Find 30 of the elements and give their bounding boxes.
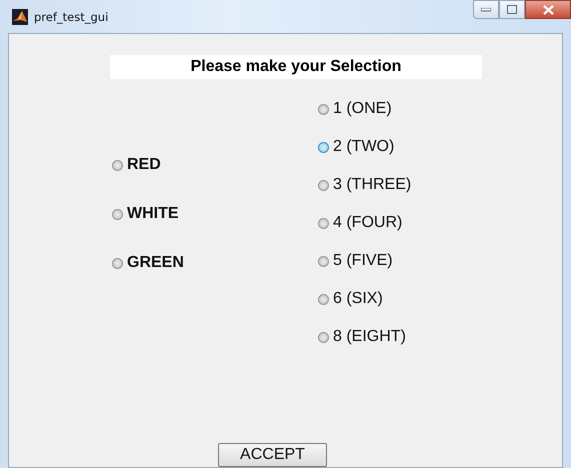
radio-button[interactable]: [112, 208, 123, 220]
radio-button[interactable]: [318, 294, 329, 304]
close-button[interactable]: [525, 0, 571, 19]
radio-option[interactable]: 5 (FIVE): [318, 251, 412, 271]
maximize-button[interactable]: [499, 0, 525, 19]
maximize-icon: [507, 5, 517, 14]
radio-button[interactable]: [318, 142, 329, 152]
app-icon: [12, 8, 28, 24]
radio-button[interactable]: [318, 218, 329, 228]
radio-option[interactable]: GREEN: [112, 253, 318, 273]
accept-button[interactable]: ACCEPT: [218, 443, 327, 467]
close-icon: [542, 4, 554, 14]
minimize-button[interactable]: [473, 0, 499, 19]
radio-button[interactable]: [112, 160, 123, 170]
radio-option[interactable]: WHITE: [112, 204, 318, 224]
radio-button[interactable]: [318, 256, 329, 266]
minimize-icon: [481, 8, 491, 12]
radio-button[interactable]: [318, 180, 329, 190]
radio-button[interactable]: [318, 104, 329, 114]
radio-option[interactable]: 4 (FOUR): [318, 213, 412, 233]
radio-button[interactable]: [112, 258, 123, 268]
radio-option[interactable]: 2 (TWO): [318, 137, 412, 157]
radio-option[interactable]: 8 (EIGHT): [318, 327, 412, 347]
radio-option[interactable]: 6 (SIX): [318, 289, 412, 309]
radio-option[interactable]: 1 (ONE): [318, 99, 412, 119]
radio-option[interactable]: RED: [112, 155, 318, 175]
radio-button[interactable]: [318, 332, 329, 342]
radio-option[interactable]: 3 (THREE): [318, 175, 412, 195]
window-title: pref_test_gui: [34, 10, 108, 24]
heading: Please make your Selection: [110, 55, 482, 79]
